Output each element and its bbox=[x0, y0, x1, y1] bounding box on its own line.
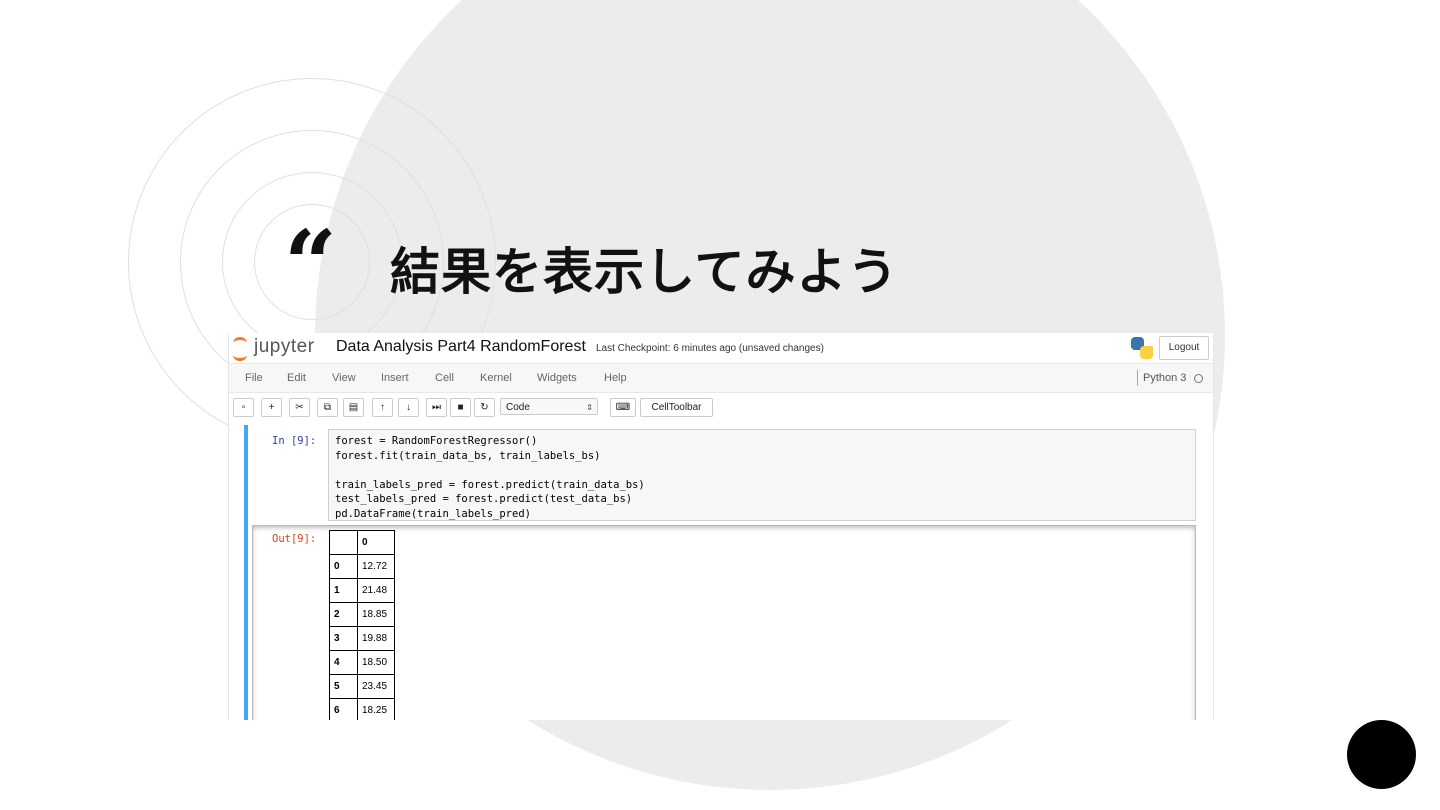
row-index: 5 bbox=[329, 674, 358, 699]
kernel-name: Python 3 bbox=[1137, 370, 1186, 386]
table-header-cell: 0 bbox=[357, 530, 395, 555]
paste-icon[interactable]: ▤ bbox=[343, 398, 364, 417]
table-row: 2 18.85 bbox=[329, 602, 395, 627]
table-header-row: 0 bbox=[329, 530, 395, 555]
menu-widgets[interactable]: Widgets bbox=[537, 372, 577, 384]
row-value: 18.85 bbox=[357, 602, 395, 627]
save-icon[interactable]: ▫ bbox=[233, 398, 254, 417]
code-cell[interactable]: In [9]: forest = RandomForestRegressor()… bbox=[244, 425, 1196, 720]
code-editor[interactable]: forest = RandomForestRegressor() forest.… bbox=[328, 429, 1196, 521]
code-line: forest.fit(train_data_bs, train_labels_b… bbox=[335, 449, 601, 462]
jupyter-notebook-screenshot: jupyter Data Analysis Part4 RandomForest… bbox=[228, 333, 1214, 720]
arrow-up-icon[interactable]: ↑ bbox=[372, 398, 393, 417]
cell-type-select[interactable]: Code ⇕ bbox=[500, 398, 598, 415]
jupyter-logo-icon bbox=[231, 337, 251, 361]
menu-kernel[interactable]: Kernel bbox=[480, 372, 512, 384]
table-row: 3 19.88 bbox=[329, 626, 395, 651]
menu-cell[interactable]: Cell bbox=[435, 372, 454, 384]
table-row: 0 12.72 bbox=[329, 554, 395, 579]
row-index: 2 bbox=[329, 602, 358, 627]
input-prompt: In [9]: bbox=[272, 435, 317, 447]
table-row: 4 18.50 bbox=[329, 650, 395, 675]
output-prompt: Out[9]: bbox=[272, 533, 317, 545]
menu-bar: File Edit View Insert Cell Kernel Widget… bbox=[229, 363, 1213, 393]
table-row: 1 21.48 bbox=[329, 578, 395, 603]
row-value: 12.72 bbox=[357, 554, 395, 579]
row-value: 21.48 bbox=[357, 578, 395, 603]
notebook-toolbar: ▫ + ✂ ⧉ ▤ ↑ ↓ ⏭ ■ ↻ Code ⇕ ⌨ CellToolbar bbox=[229, 393, 1213, 421]
copy-icon[interactable]: ⧉ bbox=[317, 398, 338, 417]
menu-help[interactable]: Help bbox=[604, 372, 627, 384]
table-row: 5 23.45 bbox=[329, 674, 395, 699]
row-value: 18.25 bbox=[357, 698, 395, 720]
logout-button[interactable]: Logout bbox=[1159, 336, 1209, 360]
row-value: 23.45 bbox=[357, 674, 395, 699]
row-index: 6 bbox=[329, 698, 358, 720]
row-index: 1 bbox=[329, 578, 358, 603]
menu-edit[interactable]: Edit bbox=[287, 372, 306, 384]
keyboard-icon[interactable]: ⌨ bbox=[610, 398, 636, 417]
cell-type-value: Code bbox=[506, 402, 530, 413]
code-line: forest = RandomForestRegressor() bbox=[335, 435, 538, 447]
code-line: train_labels_pred = forest.predict(train… bbox=[335, 478, 645, 491]
cut-icon[interactable]: ✂ bbox=[289, 398, 310, 417]
checkpoint-status: Last Checkpoint: 6 minutes ago (unsaved … bbox=[596, 343, 824, 354]
row-value: 19.88 bbox=[357, 626, 395, 651]
row-index: 0 bbox=[329, 554, 358, 579]
code-line: test_labels_pred = forest.predict(test_d… bbox=[335, 493, 633, 506]
celltoolbar-button[interactable]: CellToolbar bbox=[640, 398, 713, 417]
output-area: Out[9]: 0 0 12.72 1 21.48 2 18.85 3 19.8… bbox=[252, 525, 1196, 720]
menu-file[interactable]: File bbox=[245, 372, 263, 384]
jupyter-app-name: jupyter bbox=[254, 336, 315, 357]
quote-mark-icon: “ bbox=[284, 210, 337, 318]
menu-view[interactable]: View bbox=[332, 372, 356, 384]
python-logo-icon bbox=[1131, 337, 1153, 359]
notebook-header: jupyter Data Analysis Part4 RandomForest… bbox=[229, 333, 1213, 363]
stop-icon[interactable]: ■ bbox=[450, 398, 471, 417]
slide-title: 結果を表示してみよう bbox=[390, 243, 899, 301]
plus-icon[interactable]: + bbox=[261, 398, 282, 417]
run-icon[interactable]: ⏭ bbox=[426, 398, 447, 417]
kernel-status-icon bbox=[1194, 374, 1203, 383]
dataframe-table: 0 0 12.72 1 21.48 2 18.85 3 19.88 4 18.5… bbox=[329, 530, 395, 720]
restart-icon[interactable]: ↻ bbox=[474, 398, 495, 417]
row-value: 18.50 bbox=[357, 650, 395, 675]
select-arrows-icon: ⇕ bbox=[586, 403, 593, 412]
row-index: 3 bbox=[329, 626, 358, 651]
arrow-down-icon[interactable]: ↓ bbox=[398, 398, 419, 417]
table-header-cell bbox=[329, 530, 358, 555]
decorative-black-circle bbox=[1347, 720, 1416, 789]
table-row: 6 18.25 bbox=[329, 698, 395, 720]
row-index: 4 bbox=[329, 650, 358, 675]
notebook-title[interactable]: Data Analysis Part4 RandomForest bbox=[336, 338, 586, 356]
menu-insert[interactable]: Insert bbox=[381, 372, 409, 384]
code-line: pd.DataFrame(train_labels_pred) bbox=[335, 507, 531, 520]
